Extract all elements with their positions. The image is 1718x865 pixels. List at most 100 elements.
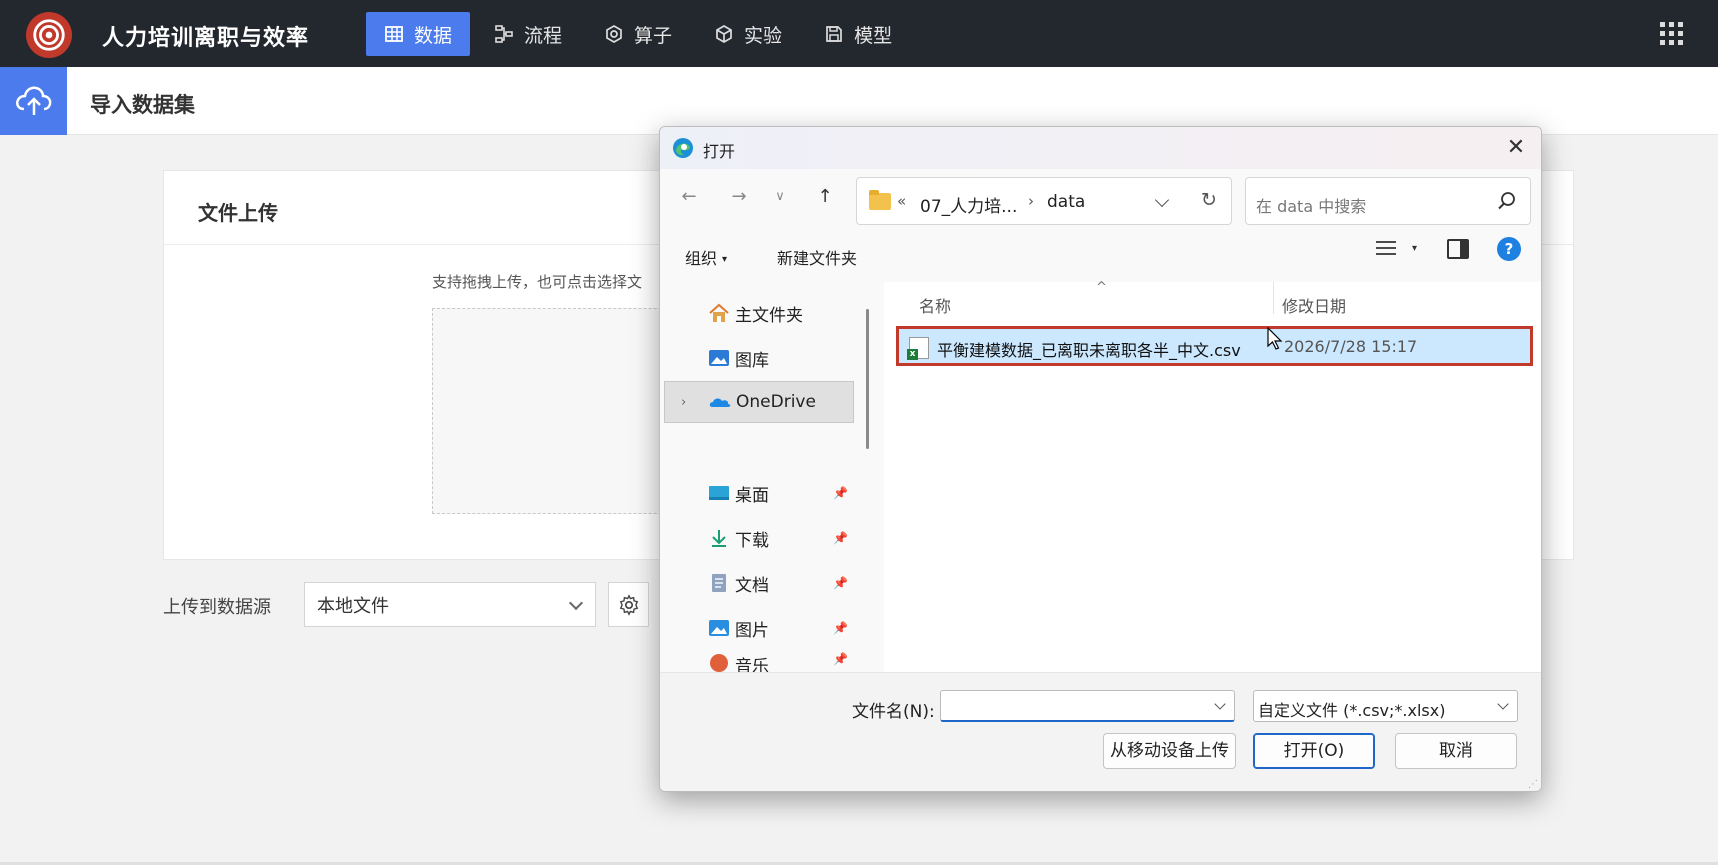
onedrive-icon bbox=[709, 398, 731, 407]
pin-icon: 📌 bbox=[833, 531, 848, 545]
nav-item-label: 主文件夹 bbox=[735, 305, 803, 326]
filename-label: 文件名(N): bbox=[852, 702, 935, 722]
folder-icon bbox=[869, 190, 891, 210]
nav-tab-data[interactable]: 数据 bbox=[366, 12, 471, 56]
column-separator[interactable] bbox=[1273, 282, 1274, 314]
nav-item-gallery[interactable]: 图库 bbox=[664, 337, 854, 379]
cancel-button[interactable]: 取消 bbox=[1395, 733, 1517, 769]
nav-pane-scrollbar[interactable] bbox=[866, 309, 869, 449]
search-placeholder: 在 data 中搜索 bbox=[1256, 197, 1367, 216]
page-title: 导入数据集 bbox=[90, 93, 195, 117]
top-navbar: 人力培训离职与效率 数据 流程 算子 实验 模型 bbox=[0, 0, 1718, 67]
apps-grid-icon[interactable] bbox=[1660, 22, 1684, 46]
refresh-icon[interactable]: ↻ bbox=[1201, 189, 1217, 211]
nav-tab-experiment[interactable]: 实验 bbox=[696, 12, 800, 56]
home-icon bbox=[709, 303, 729, 322]
dialog-footer: 文件名(N): 自定义文件 (*.csv;*.xlsx) 从移动设备上传 打开(… bbox=[660, 672, 1541, 791]
nav-item-label: 音乐 bbox=[735, 657, 769, 674]
main-nav: 数据 流程 算子 实验 模型 bbox=[366, 12, 916, 56]
help-icon[interactable]: ? bbox=[1497, 237, 1521, 261]
datasource-value: 本地文件 bbox=[317, 595, 389, 617]
back-arrow-icon[interactable]: ← bbox=[677, 185, 701, 209]
datasource-settings-button[interactable] bbox=[608, 582, 649, 627]
flow-icon bbox=[495, 25, 513, 43]
caret-down-icon: ▾ bbox=[722, 254, 728, 265]
expand-chevron-icon[interactable]: › bbox=[681, 395, 686, 410]
organize-button[interactable]: 组织 ▾ bbox=[685, 245, 727, 269]
open-file-dialog: 打开 ✕ ← → ∨ ↑ « 07_人力培... › data ↻ 在 data… bbox=[659, 126, 1542, 792]
filename-input[interactable] bbox=[940, 690, 1235, 722]
pin-icon: 📌 bbox=[833, 621, 848, 635]
dialog-command-bar: 组织 ▾ 新建文件夹 bbox=[660, 233, 1541, 279]
filetype-select[interactable]: 自定义文件 (*.csv;*.xlsx) bbox=[1253, 690, 1518, 722]
nav-item-downloads[interactable]: 下载 📌 bbox=[664, 517, 854, 559]
dialog-title: 打开 bbox=[703, 142, 736, 161]
nav-item-label: 图片 bbox=[735, 620, 769, 641]
save-icon bbox=[826, 26, 842, 42]
view-list-icon[interactable] bbox=[1375, 239, 1397, 257]
up-arrow-icon[interactable]: ↑ bbox=[813, 185, 837, 209]
app-title: 人力培训离职与效率 bbox=[102, 26, 310, 51]
organize-label: 组织 bbox=[685, 249, 718, 268]
gallery-icon bbox=[709, 350, 729, 366]
nav-item-documents[interactable]: 文档 📌 bbox=[664, 562, 854, 604]
nav-item-music[interactable]: 音乐 📌 bbox=[664, 652, 854, 674]
upload-from-mobile-button[interactable]: 从移动设备上传 bbox=[1103, 733, 1236, 769]
view-options-caret-icon[interactable]: ▾ bbox=[1412, 243, 1417, 254]
nav-item-label: 图库 bbox=[735, 350, 769, 371]
recent-locations-chevron-icon[interactable]: ∨ bbox=[768, 185, 792, 209]
logo-icon bbox=[33, 19, 65, 51]
column-header-name[interactable]: 名称 bbox=[919, 293, 951, 317]
nav-item-home[interactable]: 主文件夹 bbox=[664, 292, 854, 334]
chevron-down-icon bbox=[1497, 698, 1509, 710]
nav-item-onedrive[interactable]: › OneDrive bbox=[664, 381, 854, 423]
file-list-pane: ^ 名称 修改日期 平衡建模数据_已离职未离职各半_中文.csv 2026/7/… bbox=[884, 280, 1541, 789]
card-title: 文件上传 bbox=[198, 201, 278, 225]
breadcrumb-separator: › bbox=[1028, 192, 1034, 210]
breadcrumb-overflow[interactable]: « bbox=[897, 192, 906, 210]
music-icon bbox=[710, 654, 728, 672]
dialog-titlebar[interactable]: 打开 ✕ bbox=[660, 127, 1541, 169]
nav-tab-operator[interactable]: 算子 bbox=[586, 12, 690, 56]
column-header-modified[interactable]: 修改日期 bbox=[1282, 293, 1346, 317]
datasource-select[interactable]: 本地文件 bbox=[304, 582, 596, 627]
file-name: 平衡建模数据_已离职未离职各半_中文.csv bbox=[937, 341, 1241, 360]
sort-ascending-icon: ^ bbox=[1096, 280, 1107, 295]
nav-tab-label: 模型 bbox=[854, 24, 893, 47]
chevron-down-icon bbox=[568, 595, 584, 611]
nav-item-label: OneDrive bbox=[736, 392, 816, 412]
nav-tab-model[interactable]: 模型 bbox=[806, 12, 910, 56]
pin-icon: 📌 bbox=[833, 576, 848, 590]
breadcrumb-parent[interactable]: 07_人力培... bbox=[920, 192, 1017, 217]
pin-icon: 📌 bbox=[833, 652, 848, 666]
nav-item-desktop[interactable]: 桌面 📌 bbox=[664, 472, 854, 514]
nav-item-label: 文档 bbox=[735, 575, 769, 596]
file-modified-date: 2026/7/28 15:17 bbox=[1284, 337, 1418, 356]
forward-arrow-icon[interactable]: → bbox=[727, 185, 751, 209]
address-bar[interactable]: « 07_人力培... › data ↻ bbox=[856, 177, 1232, 225]
nav-tab-label: 流程 bbox=[524, 24, 563, 47]
page-header: 导入数据集 bbox=[0, 67, 1718, 135]
resize-grip-icon[interactable]: ⋰ bbox=[1528, 779, 1538, 790]
csv-file-icon bbox=[907, 337, 929, 360]
document-icon bbox=[712, 574, 726, 592]
cube-icon bbox=[716, 25, 732, 43]
new-folder-button[interactable]: 新建文件夹 bbox=[777, 245, 857, 269]
gear-icon bbox=[619, 593, 638, 616]
chevron-down-icon[interactable] bbox=[1214, 698, 1226, 710]
nav-tab-flow[interactable]: 流程 bbox=[476, 12, 580, 56]
mouse-cursor-icon bbox=[1267, 327, 1283, 350]
address-dropdown-chevron-icon[interactable] bbox=[1154, 192, 1170, 208]
open-button[interactable]: 打开(O) bbox=[1253, 733, 1375, 769]
nav-item-pictures[interactable]: 图片 📌 bbox=[664, 607, 854, 649]
desktop-icon bbox=[709, 486, 729, 500]
app-logo[interactable] bbox=[26, 12, 72, 58]
file-row-selected[interactable]: 平衡建模数据_已离职未离职各半_中文.csv 2026/7/28 15:17 bbox=[896, 326, 1533, 366]
nav-tab-label: 数据 bbox=[414, 24, 453, 47]
nav-item-label: 下载 bbox=[735, 530, 769, 551]
dialog-search-input[interactable]: 在 data 中搜索 bbox=[1245, 177, 1531, 225]
preview-pane-icon[interactable] bbox=[1447, 239, 1469, 259]
breadcrumb-current[interactable]: data bbox=[1047, 192, 1085, 212]
dialog-close-button[interactable]: ✕ bbox=[1503, 135, 1529, 161]
edge-browser-icon bbox=[673, 138, 693, 158]
